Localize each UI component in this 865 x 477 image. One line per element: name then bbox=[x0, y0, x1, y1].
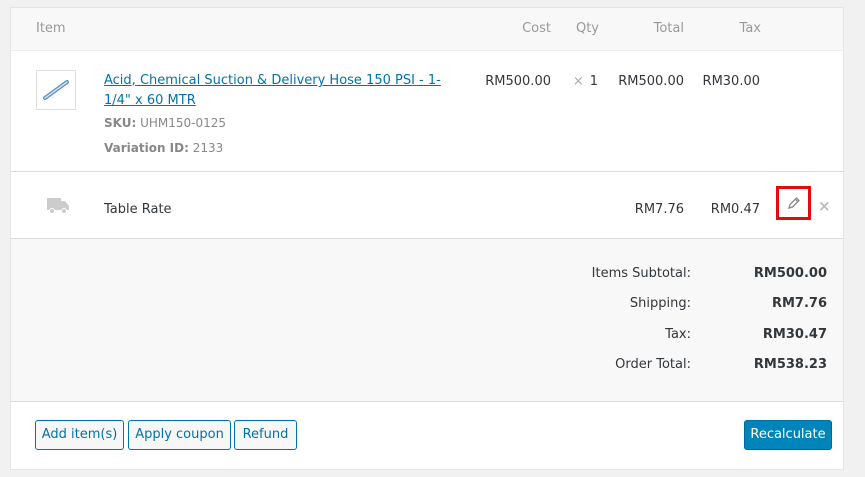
shipping-tax: RM0.47 bbox=[710, 202, 760, 217]
tax-label: Tax: bbox=[665, 327, 691, 342]
column-qty: Qty bbox=[575, 21, 599, 36]
product-thumbnail[interactable] bbox=[36, 70, 76, 110]
subtotal-label: Items Subtotal: bbox=[591, 266, 691, 281]
refund-button[interactable]: Refund bbox=[234, 420, 297, 450]
item-qty: × 1 bbox=[573, 74, 598, 89]
edit-shipping-button[interactable] bbox=[776, 186, 811, 220]
variation-label: Variation ID: bbox=[104, 141, 189, 155]
hose-icon bbox=[43, 80, 69, 100]
recalculate-button[interactable]: Recalculate bbox=[744, 420, 832, 450]
qty-value: 1 bbox=[589, 74, 598, 89]
sku-value: UHM150-0125 bbox=[140, 116, 227, 130]
shipping-total: RM7.76 bbox=[634, 202, 684, 217]
shipping-method-name: Table Rate bbox=[104, 202, 172, 217]
line-item-row: Acid, Chemical Suction & Delivery Hose 1… bbox=[11, 50, 843, 172]
item-total: RM500.00 bbox=[618, 74, 684, 89]
item-tax: RM30.00 bbox=[702, 74, 760, 89]
items-table-header: Item Cost Qty Total Tax bbox=[11, 8, 843, 51]
shipping-label: Shipping: bbox=[629, 296, 691, 311]
sku-label: SKU: bbox=[104, 116, 137, 130]
product-name-link[interactable]: Acid, Chemical Suction & Delivery Hose 1… bbox=[104, 71, 464, 111]
shipping-value: RM7.76 bbox=[771, 296, 827, 311]
product-sku: SKU: UHM150-0125 bbox=[104, 116, 226, 130]
variation-value: 2133 bbox=[192, 141, 224, 155]
delete-shipping-button[interactable]: × bbox=[818, 197, 831, 215]
pencil-icon bbox=[788, 197, 800, 209]
qty-multiplier: × bbox=[572, 74, 584, 89]
item-cost: RM500.00 bbox=[485, 74, 551, 89]
column-item: Item bbox=[36, 21, 66, 36]
apply-coupon-button[interactable]: Apply coupon bbox=[128, 420, 231, 450]
truck-icon bbox=[47, 198, 69, 218]
order-total-value: RM538.23 bbox=[753, 357, 827, 372]
order-total-label: Order Total: bbox=[615, 357, 691, 372]
shipping-line-row: Table Rate RM7.76 RM0.47 × bbox=[11, 178, 843, 239]
subtotal-value: RM500.00 bbox=[753, 266, 827, 281]
column-total: Total bbox=[653, 21, 684, 36]
column-cost: Cost bbox=[522, 21, 551, 36]
product-variation: Variation ID: 2133 bbox=[104, 141, 223, 155]
column-tax: Tax bbox=[739, 21, 761, 36]
order-items-panel: Item Cost Qty Total Tax Acid, Chemical S… bbox=[10, 7, 844, 470]
tax-value: RM30.47 bbox=[762, 327, 827, 342]
add-items-button[interactable]: Add item(s) bbox=[35, 420, 124, 450]
order-totals: Items Subtotal: RM500.00 Shipping: RM7.7… bbox=[11, 239, 843, 402]
